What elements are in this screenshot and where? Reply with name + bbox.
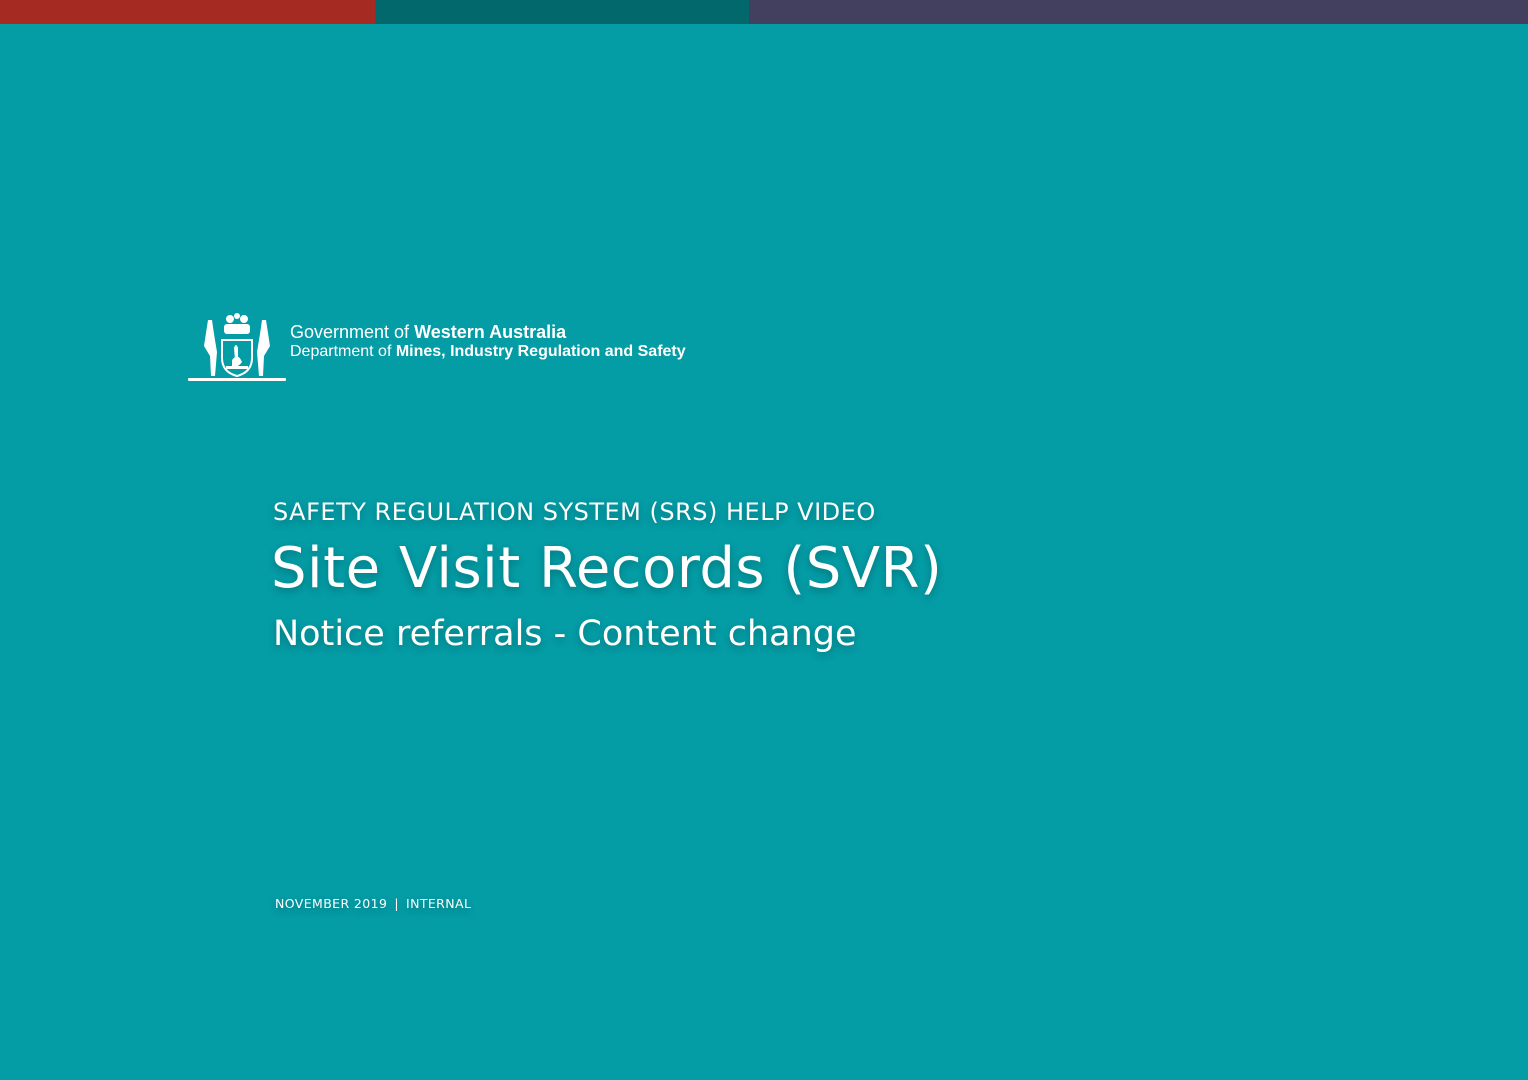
footer: NOVEMBER 2019 | INTERNAL xyxy=(275,896,471,911)
video-kicker: SAFETY REGULATION SYSTEM (SRS) HELP VIDE… xyxy=(273,498,876,526)
org-line2-bold: Mines, Industry Regulation and Safety xyxy=(395,343,686,360)
top-bar-purple xyxy=(749,0,1528,24)
page-title: Site Visit Records (SVR) xyxy=(271,536,943,601)
coat-of-arms-logo xyxy=(188,313,286,381)
top-color-bars xyxy=(0,0,1528,24)
org-line1-bold: Western Australia xyxy=(414,322,567,342)
footer-date: NOVEMBER 2019 xyxy=(275,896,388,911)
footer-classification: INTERNAL xyxy=(405,896,472,911)
top-bar-red xyxy=(0,0,375,24)
organisation-name: Government of Western Australia Departme… xyxy=(290,322,686,362)
page-subtitle: Notice referrals - Content change xyxy=(273,614,857,654)
top-bar-teal xyxy=(375,0,749,24)
org-line2-prefix: Department of xyxy=(290,343,396,360)
footer-separator: | xyxy=(394,896,399,911)
org-line1-prefix: Government of xyxy=(290,322,415,342)
